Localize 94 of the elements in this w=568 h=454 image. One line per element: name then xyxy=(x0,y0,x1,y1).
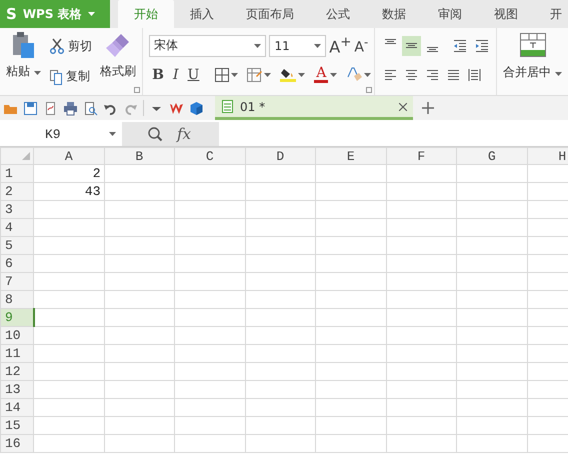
caret-icon[interactable] xyxy=(88,12,95,16)
align-distributed-icon xyxy=(468,68,482,80)
align-top-icon xyxy=(384,38,398,44)
font-name-field[interactable]: 宋体 xyxy=(149,34,266,56)
ribbon-tab[interactable]: 开始 xyxy=(118,0,174,28)
shrink-font-button[interactable]: A$^{-}$ xyxy=(354,35,368,56)
name-box[interactable]: K9 xyxy=(0,122,122,146)
clipboard-icon xyxy=(11,31,36,59)
row-header[interactable]: 6 xyxy=(0,254,34,272)
row-header[interactable]: 13 xyxy=(0,380,34,398)
column-header[interactable]: H xyxy=(527,148,568,164)
format-painter-button[interactable]: 格式刷 xyxy=(100,31,136,92)
column-header[interactable]: A xyxy=(34,148,104,164)
row-header[interactable]: 5 xyxy=(0,236,34,254)
column-header[interactable]: E xyxy=(316,148,386,164)
align-justify-icon xyxy=(447,68,460,80)
row-header[interactable]: 12 xyxy=(0,362,34,380)
vertical-align-button[interactable] xyxy=(402,36,422,56)
print-preview-icon[interactable] xyxy=(83,100,98,116)
ribbon-tab[interactable]: 页面布局 xyxy=(230,0,310,28)
ribbon-tab[interactable]: 插入 xyxy=(174,0,230,28)
caret-icon[interactable] xyxy=(555,72,562,76)
borders-icon[interactable] xyxy=(215,68,230,82)
ribbon-tab[interactable]: 审阅 xyxy=(422,0,478,28)
italic-button[interactable]: I xyxy=(170,66,182,82)
indent-decrease-icon xyxy=(453,40,468,52)
align-center-icon xyxy=(405,68,418,80)
column-header[interactable]: G xyxy=(456,148,527,164)
row-header[interactable]: 4 xyxy=(0,218,34,236)
row-header[interactable]: 16 xyxy=(0,434,34,452)
close-icon[interactable] xyxy=(399,102,407,110)
copy-button[interactable]: 复制 xyxy=(46,66,94,88)
align-right-icon xyxy=(426,68,440,80)
paint-brush-icon xyxy=(104,31,132,59)
dialog-launcher-icon[interactable] xyxy=(366,87,372,93)
paste-button[interactable]: 粘贴 xyxy=(6,31,41,92)
document-tab[interactable]: 01 * xyxy=(215,96,413,120)
ribbon-tab[interactable]: 公式 xyxy=(310,0,366,28)
row-header[interactable]: 8 xyxy=(0,290,34,308)
row-header[interactable]: 10 xyxy=(0,326,34,344)
row-header[interactable]: 1 xyxy=(0,164,34,182)
ribbon-tab[interactable]: 开 xyxy=(534,0,568,28)
caret-icon[interactable] xyxy=(264,72,272,76)
insert-function-button[interactable]: fx xyxy=(176,125,191,143)
row-header[interactable]: 15 xyxy=(0,416,34,434)
zoom-icon[interactable] xyxy=(148,126,163,142)
align-left-icon xyxy=(384,68,398,80)
caret-icon[interactable] xyxy=(330,72,338,76)
column-header[interactable]: B xyxy=(104,148,174,164)
column-header[interactable]: C xyxy=(174,148,245,164)
column-header[interactable]: D xyxy=(245,148,316,164)
w-logo-icon[interactable] xyxy=(169,100,184,116)
ribbon-tab[interactable]: 视图 xyxy=(478,0,534,28)
dialog-launcher-icon[interactable] xyxy=(134,87,140,93)
bold-button[interactable]: B xyxy=(149,66,168,82)
cell-value: 2 xyxy=(92,166,100,181)
row-header[interactable]: 7 xyxy=(0,272,34,290)
add-icon[interactable] xyxy=(422,102,434,114)
merge-center-button[interactable]: 合并居中 xyxy=(503,33,562,90)
formula-input-field[interactable] xyxy=(219,122,568,146)
eraser-icon[interactable] xyxy=(346,67,362,82)
underline-button[interactable]: U xyxy=(184,66,202,82)
caret-icon[interactable] xyxy=(364,72,372,76)
print-icon[interactable] xyxy=(63,100,78,116)
fill-color-icon[interactable] xyxy=(280,67,296,82)
caret-icon[interactable] xyxy=(109,132,116,136)
caret-icon[interactable] xyxy=(298,72,306,76)
save-icon[interactable] xyxy=(23,100,38,116)
caret-icon[interactable] xyxy=(231,72,238,76)
merge-cells-icon xyxy=(520,33,546,57)
copy-icon xyxy=(48,68,63,85)
column-header[interactable]: F xyxy=(386,148,456,164)
ribbon-tab[interactable]: 数据 xyxy=(366,0,422,28)
cut-button[interactable]: 剪切 xyxy=(46,36,94,57)
row-header[interactable]: 2 xyxy=(0,182,34,200)
align-middle-icon xyxy=(405,42,418,48)
grow-font-button[interactable]: A$^{+}$ xyxy=(329,34,352,56)
font-size-field[interactable]: 11 xyxy=(269,34,326,56)
spreadsheet-icon xyxy=(221,99,234,114)
indent-increase-icon xyxy=(475,40,490,52)
document-icon[interactable] xyxy=(43,100,58,116)
caret-icon[interactable] xyxy=(314,44,322,48)
row-header[interactable]: 3 xyxy=(0,200,34,218)
caret-icon[interactable] xyxy=(34,71,41,75)
row-header[interactable]: 11 xyxy=(0,344,34,362)
scissors-icon xyxy=(48,38,65,54)
cell-value: 43 xyxy=(84,184,100,199)
caret-icon[interactable] xyxy=(254,44,262,48)
font-color-button[interactable]: A xyxy=(314,66,328,83)
corner-triangle-icon xyxy=(22,152,30,160)
align-bottom-icon xyxy=(426,46,440,52)
row-header[interactable]: 14 xyxy=(0,398,34,416)
cube-icon[interactable] xyxy=(189,100,204,116)
cell-style-icon[interactable] xyxy=(247,68,262,82)
